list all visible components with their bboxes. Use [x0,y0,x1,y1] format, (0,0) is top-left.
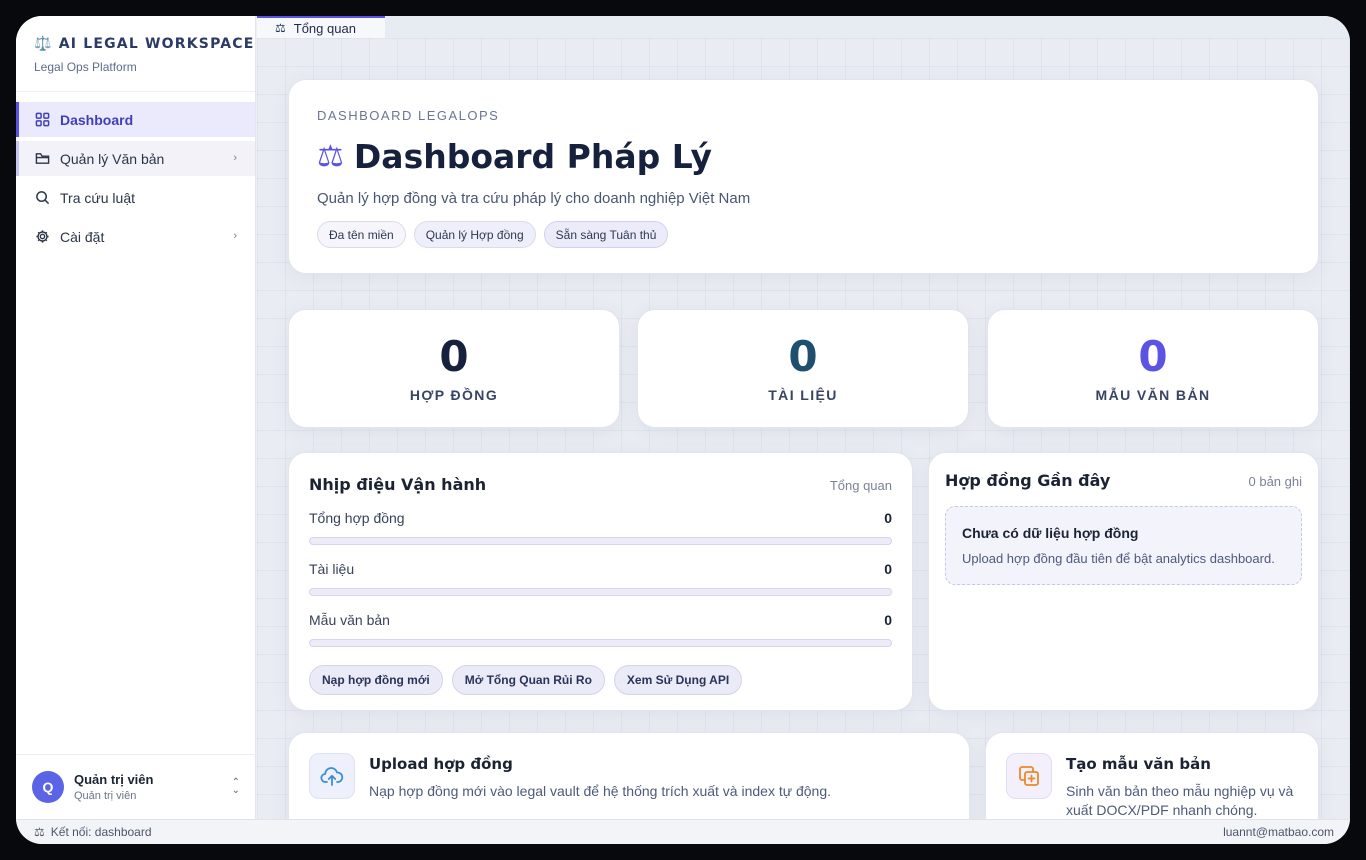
sidebar-item-settings[interactable]: Cài đặt › [16,219,255,254]
page-title: ⚖ Dashboard Pháp Lý [317,137,1290,176]
stat-value: 0 [788,332,818,381]
metric-value: 0 [884,510,892,526]
empty-state: Chưa có dữ liệu hợp đồng Upload hợp đồng… [945,506,1302,585]
page-title-text: Dashboard Pháp Lý [353,137,713,176]
tab-overview[interactable]: ⚖ Tổng quan [257,16,385,38]
sidebar-item-label: Dashboard [60,111,134,128]
empty-state-text: Upload hợp đồng đầu tiên để bật analytic… [962,551,1275,566]
hero-card: DASHBOARD LEGALOPS ⚖ Dashboard Pháp Lý Q… [288,79,1319,274]
app-window: ⚖️ AI LEGAL WORKSPACE Legal Ops Platform… [16,16,1350,844]
metric-templates: Mẫu văn bản 0 [309,612,892,647]
sidebar-item-documents[interactable]: Quản lý Văn bản › [16,141,255,176]
brand: ⚖️ AI LEGAL WORKSPACE Legal Ops Platform [16,16,255,92]
hero-subtitle: Quản lý hợp đồng và tra cứu pháp lý cho … [317,190,751,207]
chip-contract-management: Quản lý Hợp đồng [413,221,536,248]
recent-contracts-card: Hợp đồng Gần đây 0 bản ghi Chưa có dữ li… [928,452,1319,711]
user-email: luannt@matbao.com [1223,825,1334,839]
stat-label: MẪU VĂN BẢN [1095,387,1211,403]
status-bar: ⚖ Kết nối: dashboard luannt@matbao.com [16,819,1350,844]
progress-bar [309,588,892,596]
progress-bar [309,639,892,647]
metric-value: 0 [884,612,892,628]
add-copy-icon [1006,753,1052,799]
stat-card-documents: 0 TÀI LIỆU [637,309,969,428]
hero-kicker: DASHBOARD LEGALOPS [317,108,500,123]
ops-actions: Nạp hợp đồng mới Mở Tổng Quan Rủi Ro Xem… [309,665,892,695]
sidebar-item-law-search[interactable]: Tra cứu luật [16,180,255,215]
brand-title: ⚖️ AI LEGAL WORKSPACE [34,36,255,52]
chip-multi-domain: Đa tên miền [317,221,406,248]
user-role: Quản trị viên [74,790,137,802]
user-profile[interactable]: Q Quản trị viên Quản trị viên ⌃ ⌄ [16,754,256,819]
avatar: Q [32,771,64,803]
sidebar-item-label: Cài đặt [60,228,105,245]
api-usage-button[interactable]: Xem Sử Dụng API [613,665,743,695]
folder-icon [34,151,50,167]
chevron-right-icon: › [233,230,237,242]
chip-compliance-ready: Sẵn sàng Tuân thủ [543,221,669,248]
quick-action-title: Upload hợp đồng [369,755,513,773]
sidebar-item-label: Tra cứu luật [60,189,135,206]
tab-bar: ⚖ Tổng quan [257,16,1350,38]
upload-cloud-icon [309,753,355,799]
empty-state-title: Chưa có dữ liệu hợp đồng [962,525,1139,541]
sidebar-item-label: Quản lý Văn bản [60,150,165,167]
chevron-right-icon: › [233,152,237,164]
metric-value: 0 [884,561,892,577]
gear-icon [34,229,50,245]
card-title: Hợp đồng Gần đây [945,471,1111,490]
metric-documents: Tài liệu 0 [309,561,892,596]
stat-card-templates: 0 MẪU VĂN BẢN [987,309,1319,428]
stat-value: 0 [439,332,469,381]
sidebar-nav: Dashboard Quản lý Văn bản › Tra cứu luật [16,92,255,254]
progress-bar [309,537,892,545]
quick-action-template[interactable]: Tạo mẫu văn bản Sinh văn bản theo mẫu ng… [985,732,1319,819]
scale-icon: ⚖ [34,825,45,839]
brand-subtitle: Legal Ops Platform [34,60,137,74]
main-content: DASHBOARD LEGALOPS ⚖ Dashboard Pháp Lý Q… [257,38,1350,819]
scale-icon: ⚖ [317,139,344,174]
chevron-up-down-icon[interactable]: ⌃ ⌄ [232,778,240,796]
operations-card: Nhịp điệu Vận hành Tổng quan Tổng hợp đồ… [288,452,913,711]
stat-value: 0 [1138,332,1168,381]
connection-status: Kết nối: dashboard [50,825,152,839]
user-name: Quản trị viên [74,772,154,787]
risk-overview-button[interactable]: Mở Tổng Quan Rủi Ro [451,665,605,695]
metric-contracts: Tổng hợp đồng 0 [309,510,892,545]
metric-label: Mẫu văn bản [309,612,390,628]
metric-label: Tài liệu [309,561,355,577]
sidebar-item-dashboard[interactable]: Dashboard [16,102,255,137]
card-title: Nhịp điệu Vận hành [309,475,487,494]
metric-label: Tổng hợp đồng [309,510,405,526]
scale-icon: ⚖ [275,21,286,35]
upload-contract-button[interactable]: Nạp hợp đồng mới [309,665,443,695]
quick-action-text: Nạp hợp đồng mới vào legal vault để hệ t… [369,783,832,799]
stat-label: HỢP ĐỒNG [409,387,499,403]
quick-action-text: Sinh văn bản theo mẫu nghiệp vụ và xuất … [1066,783,1294,818]
quick-action-title: Tạo mẫu văn bản [1066,755,1211,773]
search-icon [34,190,50,206]
stat-label: TÀI LIỆU [768,387,838,403]
grid-icon [34,112,50,128]
hero-chips: Đa tên miền Quản lý Hợp đồng Sẵn sàng Tu… [317,221,1290,248]
card-meta: Tổng quan [829,478,892,493]
quick-action-upload[interactable]: Upload hợp đồng Nạp hợp đồng mới vào leg… [288,732,970,819]
sidebar: ⚖️ AI LEGAL WORKSPACE Legal Ops Platform… [16,16,256,819]
stat-card-contracts: 0 HỢP ĐỒNG [288,309,620,428]
record-count: 0 bản ghi [1248,474,1303,489]
tab-label: Tổng quan [293,20,356,36]
